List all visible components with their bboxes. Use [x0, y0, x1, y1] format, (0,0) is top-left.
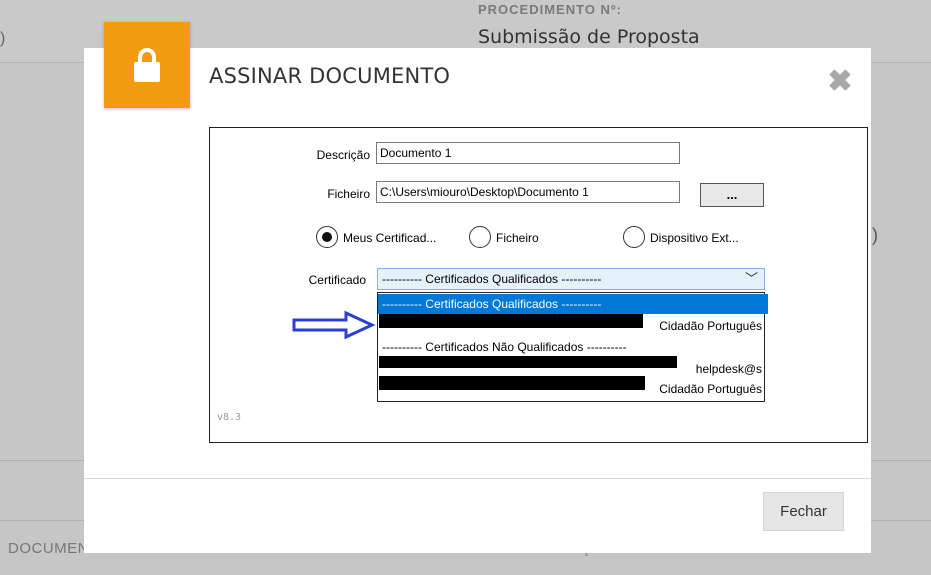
modal-title: ASSINAR DOCUMENTO	[209, 64, 451, 88]
descricao-label: Descrição	[316, 148, 370, 162]
modal-footer-divider	[84, 478, 871, 479]
radio-label-meus-certificados: Meus Certificad...	[343, 231, 437, 245]
background-edge-glyph: )	[872, 225, 878, 245]
modal-icon-tile	[104, 22, 190, 108]
certificado-label: Certificado	[308, 273, 366, 287]
ficheiro-field[interactable]: C:\Users\miouro\Desktop\Documento 1	[376, 181, 680, 203]
annotation-arrow-icon	[292, 310, 376, 340]
browse-button[interactable]: ...	[700, 183, 764, 207]
chevron-down-icon: ﹀	[744, 271, 758, 286]
descricao-field[interactable]: Documento 1	[376, 142, 680, 164]
certificado-select[interactable]: ---------- Certificados Qualificados ---…	[377, 268, 765, 290]
procedure-value: Submissão de Proposta	[478, 26, 700, 48]
redaction-bar	[379, 356, 677, 368]
background-edge-glyph: )	[0, 30, 6, 47]
dropdown-item-nao-qualificados-header[interactable]: ---------- Certificados Não Qualificados…	[378, 337, 768, 357]
radio-label-ficheiro: Ficheiro	[496, 231, 539, 245]
ficheiro-label: Ficheiro	[327, 187, 370, 201]
radio-meus-certificados[interactable]	[316, 226, 338, 248]
radio-dispositivo-externo[interactable]	[623, 226, 645, 248]
redaction-bar	[379, 376, 645, 390]
certificado-selected-value: ---------- Certificados Qualificados ---…	[382, 272, 602, 286]
dropdown-item-qualificados-header[interactable]: ---------- Certificados Qualificados ---…	[378, 294, 768, 314]
redaction-bar	[379, 314, 643, 328]
radio-label-dispositivo-externo: Dispositivo Ext...	[650, 231, 739, 245]
applet-version: v8.3	[217, 412, 242, 423]
close-icon[interactable]: ✖	[825, 67, 855, 97]
fechar-button[interactable]: Fechar	[763, 492, 844, 531]
procedure-label: PROCEDIMENTO Nº:	[478, 2, 623, 17]
lock-icon	[134, 48, 160, 82]
radio-ficheiro[interactable]	[469, 226, 491, 248]
